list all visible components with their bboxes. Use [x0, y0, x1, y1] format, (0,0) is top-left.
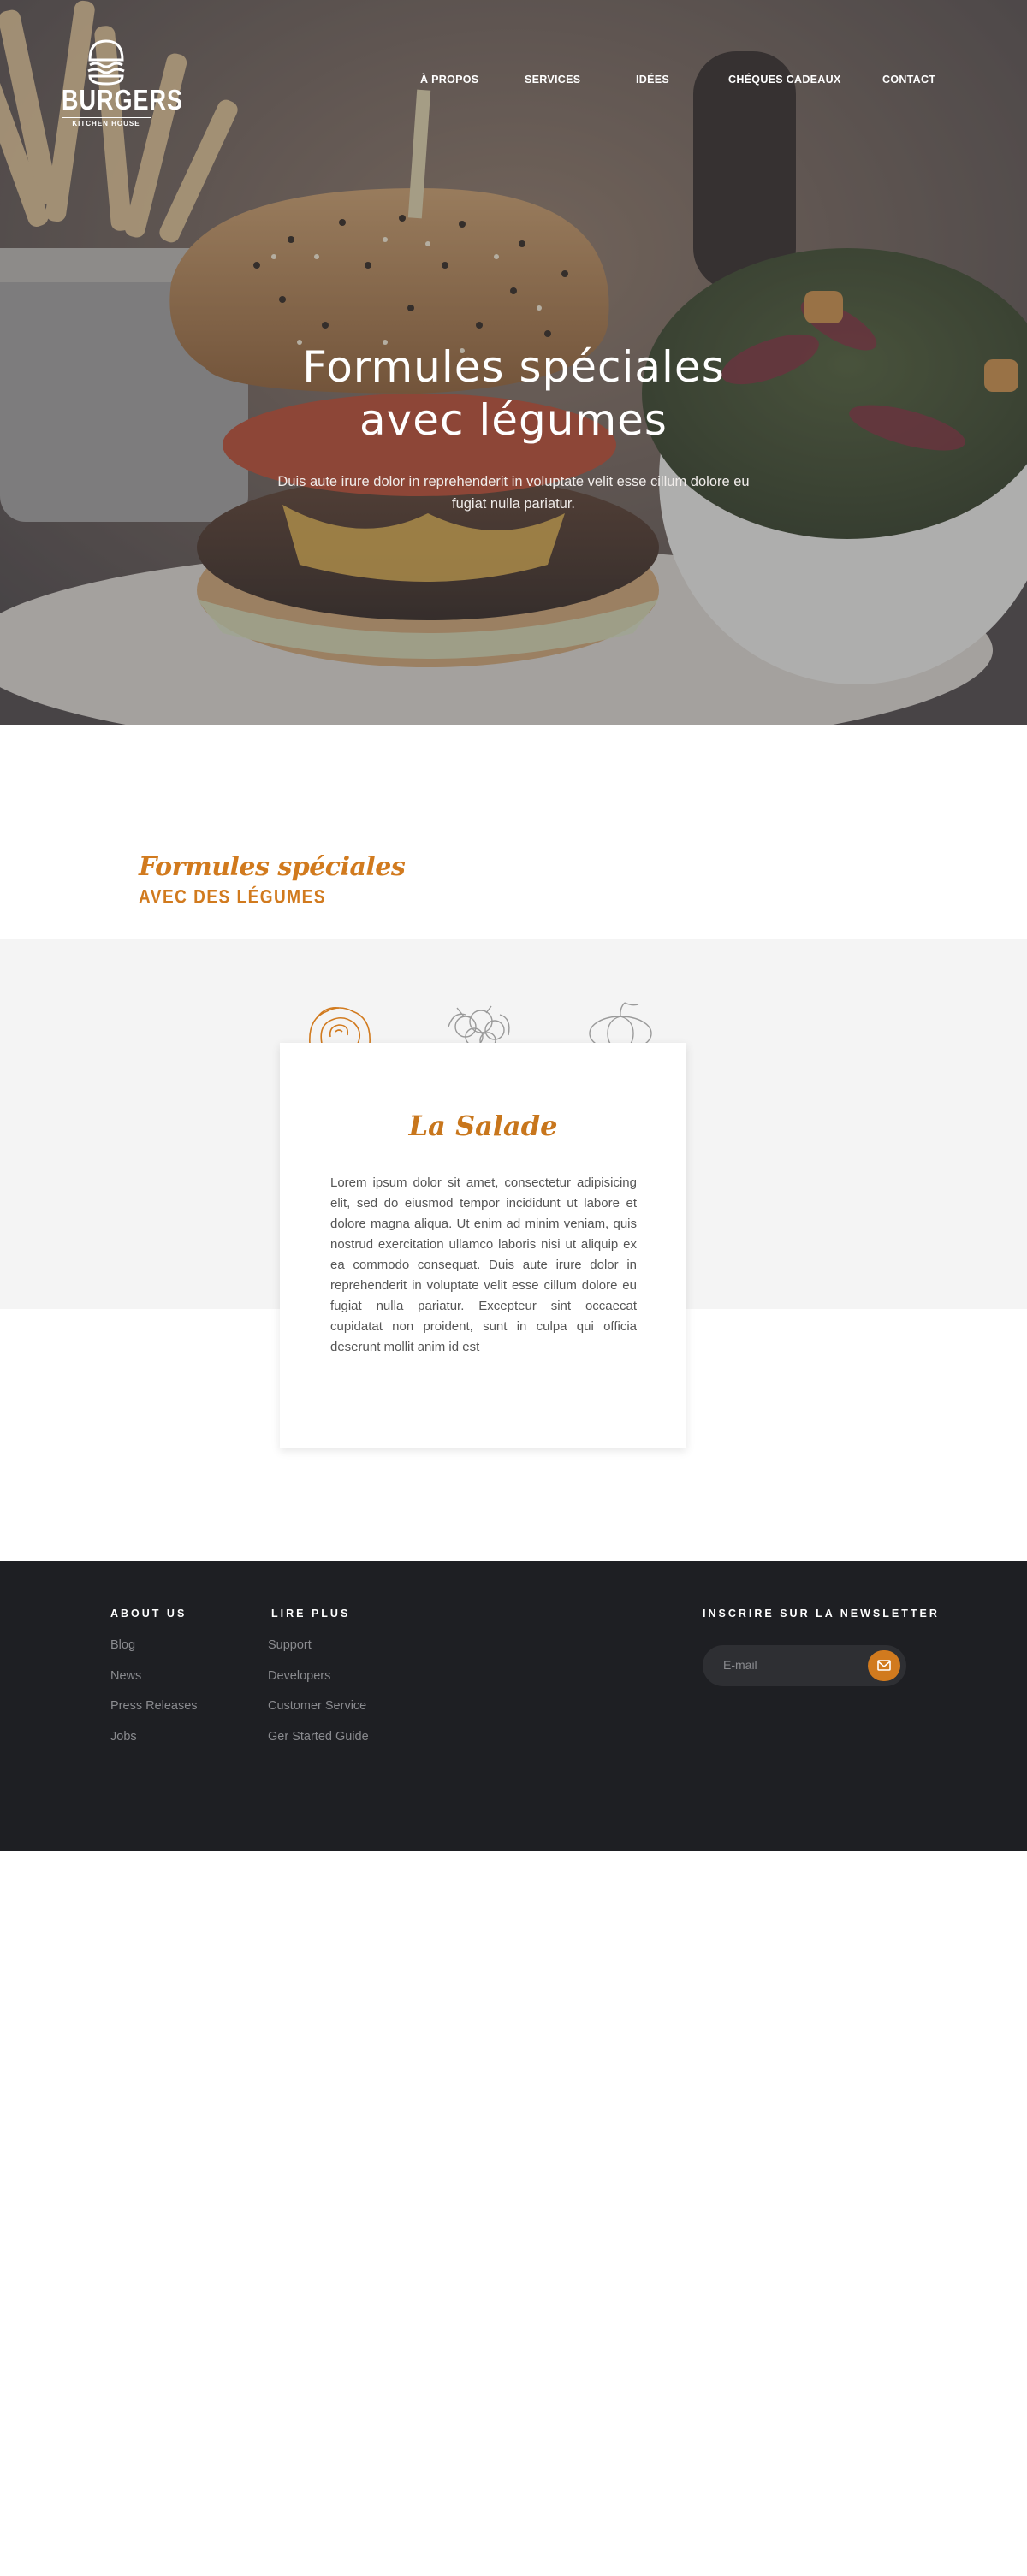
section-script-title: Formules spéciales — [139, 852, 406, 882]
nav-item-idees[interactable]: IDÉES — [636, 74, 669, 86]
hero-title-line1: Formules spéciales — [302, 342, 725, 392]
main-nav: À PROPOS SERVICES IDÉES CHÉQUES CADEAUX … — [0, 74, 1027, 91]
footer-link-news[interactable]: News — [110, 1669, 198, 1700]
nav-item-services[interactable]: SERVICES — [525, 74, 580, 86]
nav-item-a-propos[interactable]: À PROPOS — [420, 74, 478, 86]
footer-about-heading: ABOUT US — [110, 1608, 187, 1620]
footer-link-blog[interactable]: Blog — [110, 1638, 198, 1669]
hero-section: BURGERS KITCHEN HOUSE À PROPOS SERVICES … — [0, 0, 1027, 725]
footer: ABOUT US Blog News Press Releases Jobs L… — [0, 1561, 1027, 1851]
card-text: Lorem ipsum dolor sit amet, consectetur … — [330, 1175, 637, 1354]
footer-link-jobs[interactable]: Jobs — [110, 1730, 198, 1761]
footer-link-customer-service[interactable]: Customer Service — [268, 1699, 369, 1730]
footer-about-links: Blog News Press Releases Jobs — [110, 1638, 198, 1760]
mail-icon — [877, 1660, 891, 1671]
salad-card: La Salade Lorem ipsum dolor sit amet, co… — [280, 1043, 686, 1448]
footer-link-press-releases[interactable]: Press Releases — [110, 1699, 198, 1730]
section-caps-title: AVEC DES LÉGUMES — [139, 887, 326, 909]
footer-more-links: Support Developers Customer Service Ger … — [268, 1638, 369, 1760]
section-header: Formules spéciales AVEC DES LÉGUMES — [139, 852, 406, 909]
brand-tagline: KITCHEN HOUSE — [72, 120, 140, 127]
nav-item-contact[interactable]: CONTACT — [882, 74, 935, 86]
brand-divider — [62, 117, 151, 118]
footer-link-started-guide[interactable]: Ger Started Guide — [268, 1730, 369, 1761]
newsletter-heading: INSCRIRE SUR LA NEWSLETTER — [703, 1608, 940, 1620]
footer-more-heading: LIRE PLUS — [271, 1608, 351, 1620]
hero-title-line2: avec légumes — [359, 395, 668, 445]
hero-title: Formules spéciales avec légumes — [214, 341, 813, 447]
newsletter-email-input[interactable] — [723, 1658, 860, 1672]
hero-subtitle: Duis aute irure dolor in reprehenderit i… — [277, 474, 750, 512]
newsletter-form — [703, 1645, 906, 1686]
nav-item-cheques-cadeaux[interactable]: CHÉQUES CADEAUX — [728, 74, 841, 86]
footer-link-developers[interactable]: Developers — [268, 1669, 369, 1700]
newsletter-submit-button[interactable] — [868, 1650, 900, 1681]
card-title: La Salade — [408, 1110, 558, 1142]
footer-link-support[interactable]: Support — [268, 1638, 369, 1669]
